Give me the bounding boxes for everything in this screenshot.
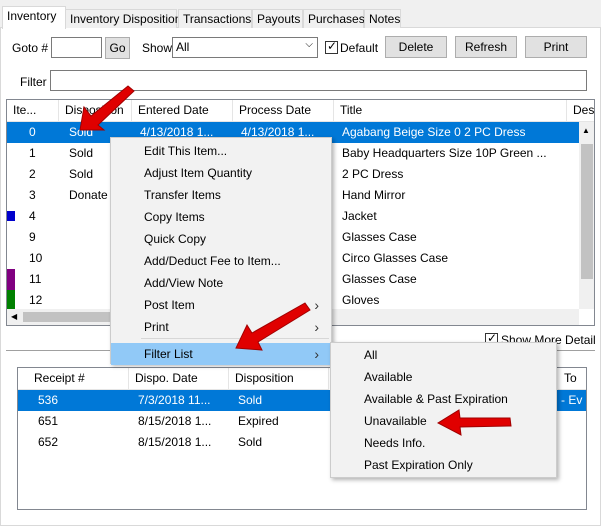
annotation-arrow-icon xyxy=(235,302,311,351)
annotation-arrow-icon xyxy=(79,85,135,131)
annotation-arrows xyxy=(79,85,512,436)
annotation-arrow-icon xyxy=(436,409,512,436)
tab-inventory[interactable]: Inventory xyxy=(2,6,66,29)
